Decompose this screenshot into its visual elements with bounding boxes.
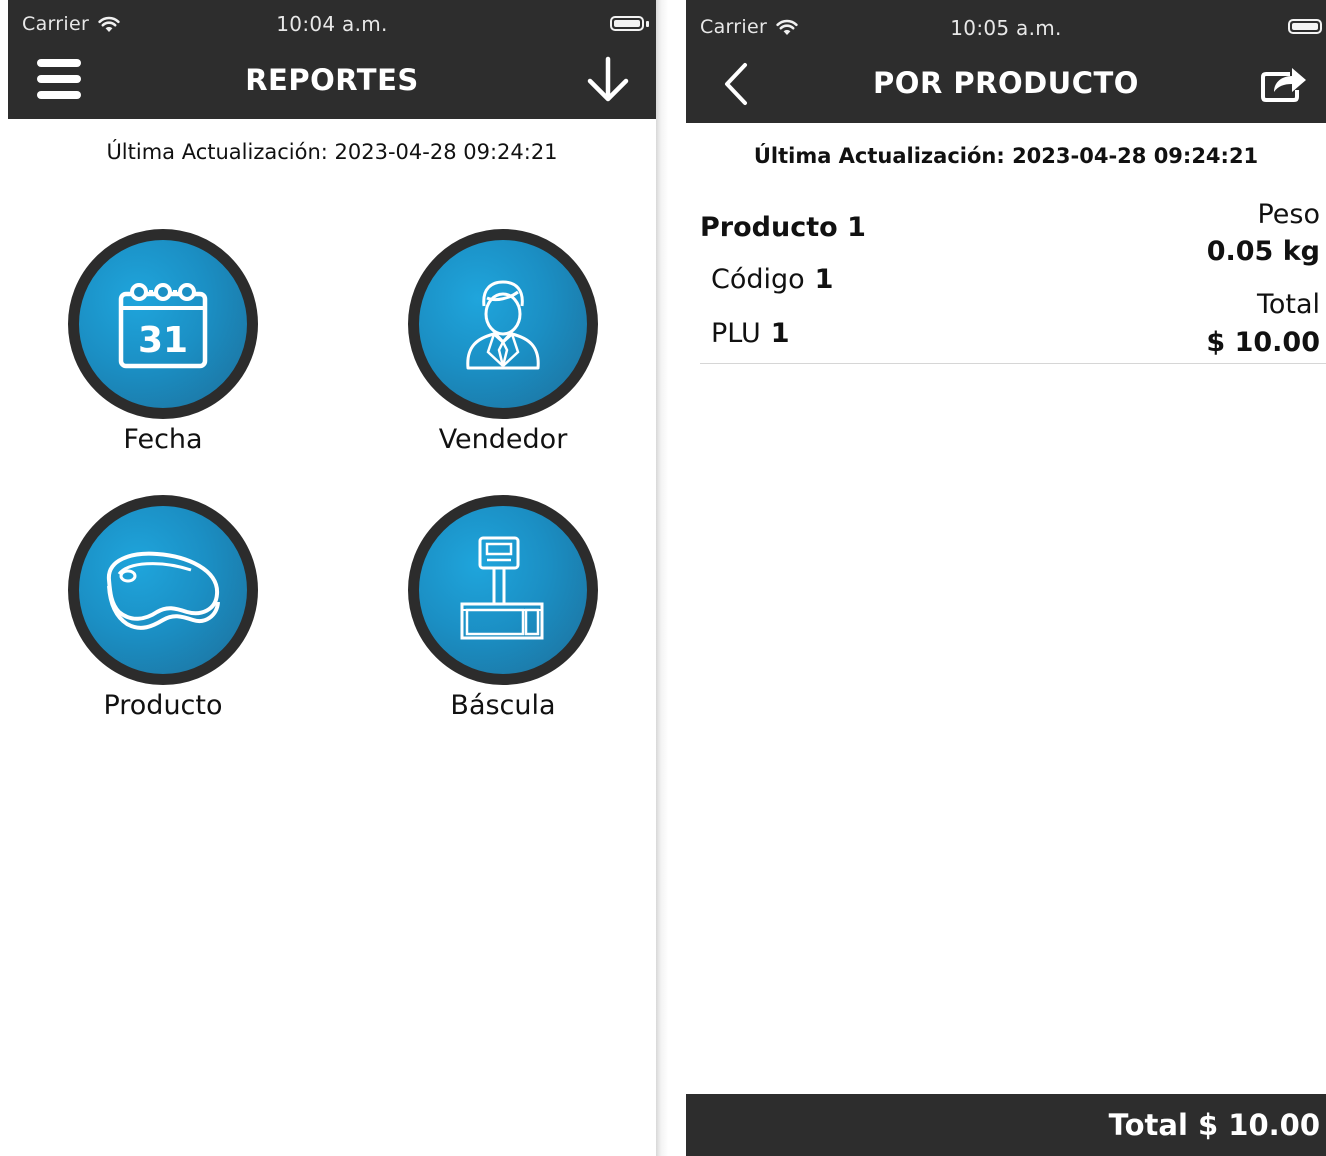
calendar-icon: 31 xyxy=(118,283,208,369)
tile-vendedor[interactable]: Vendedor xyxy=(403,229,603,455)
list-item[interactable]: Producto 1 Código 1 PLU 1 Peso 0.05 kg Tot… xyxy=(700,199,1326,364)
footer-total: Total $ 10.00 xyxy=(1108,1108,1320,1142)
last-update-text: Última Actualización: 2023-04-28 09:24:2… xyxy=(106,140,558,164)
plu-label: PLU xyxy=(711,318,761,349)
por-producto-screen: Carrier 10:05 a.m. POR PRODUCTO Última A… xyxy=(686,0,1326,1156)
nav-bar: Carrier 10:04 a.m. REPORTES xyxy=(8,0,656,119)
download-arrow-icon[interactable] xyxy=(586,56,630,108)
salesperson-icon xyxy=(466,280,540,370)
reportes-screen: Carrier 10:04 a.m. REPORTES Última Actua… xyxy=(8,0,656,1156)
code-label: Código xyxy=(711,264,805,295)
product-name: Producto 1 xyxy=(700,212,866,243)
tile-circle xyxy=(68,495,258,685)
total-label: Total xyxy=(1256,289,1320,320)
battery-icon xyxy=(610,16,644,31)
tile-label: Producto xyxy=(103,690,223,721)
product-code: Código 1 xyxy=(711,264,833,295)
steak-icon xyxy=(106,551,220,630)
plu-value: 1 xyxy=(770,318,790,349)
screen-divider xyxy=(656,0,686,1156)
nav-bar: Carrier 10:05 a.m. POR PRODUCTO xyxy=(686,0,1326,123)
clock: 10:05 a.m. xyxy=(950,16,1062,40)
clock: 10:04 a.m. xyxy=(276,12,388,36)
page-title: POR PRODUCTO xyxy=(873,66,1139,100)
tile-label: Fecha xyxy=(123,424,203,455)
page-title: REPORTES xyxy=(245,63,419,97)
tile-circle xyxy=(408,495,598,685)
tile-label: Vendedor xyxy=(438,424,568,455)
tile-circle: 31 xyxy=(68,229,258,419)
tile-producto[interactable]: Producto xyxy=(63,495,263,721)
weight-value: 0.05 kg xyxy=(1206,236,1320,267)
calendar-day: 31 xyxy=(138,320,188,361)
product-plu: PLU 1 xyxy=(711,318,790,349)
battery-icon xyxy=(1288,19,1322,34)
tile-fecha[interactable]: 31 Fecha xyxy=(63,229,263,455)
tile-bascula[interactable]: Báscula xyxy=(403,495,603,721)
tile-circle xyxy=(408,229,598,419)
weight-label: Peso xyxy=(1257,199,1320,230)
tile-label: Báscula xyxy=(450,690,556,721)
share-export-icon[interactable] xyxy=(1260,62,1308,106)
last-update-text: Última Actualización: 2023-04-28 09:24:2… xyxy=(753,144,1259,168)
code-value: 1 xyxy=(814,264,834,295)
footer-total-bar: Total $ 10.00 xyxy=(686,1094,1326,1156)
scale-icon xyxy=(460,536,544,640)
total-value: $ 10.00 xyxy=(1206,327,1320,358)
